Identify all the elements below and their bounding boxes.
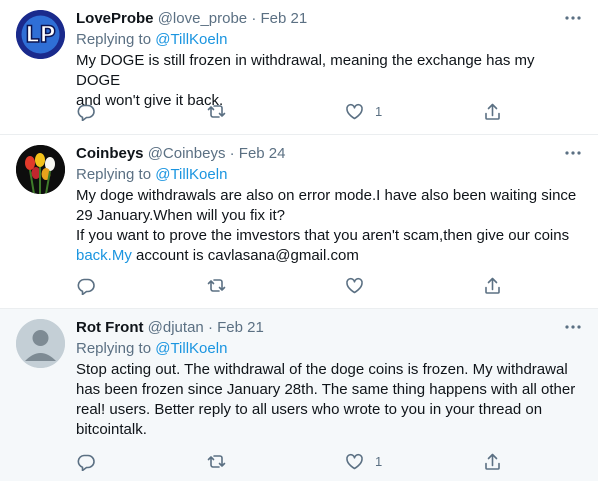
- tweet-text-line: 29 January.When will you fix it?: [76, 207, 285, 224]
- share-button[interactable]: [483, 451, 502, 471]
- tweet-text-line: back.My account is cavlasana@gmail.com: [76, 246, 582, 266]
- tweet-text-line: My doge withdrawals are also on error mo…: [76, 187, 577, 204]
- author-handle[interactable]: @djutan: [148, 319, 204, 336]
- tweet-actions: [76, 275, 516, 295]
- like-count: 1: [375, 453, 383, 469]
- retweet-button[interactable]: [207, 451, 226, 471]
- separator-dot: ·: [207, 319, 213, 336]
- reply-button[interactable]: [76, 275, 95, 295]
- tweet-text-fragment: account is cavlasana@gmail.com: [131, 247, 359, 264]
- more-icon[interactable]: [564, 11, 582, 25]
- tweet-header: Rot Front @djutan · Feb 21: [76, 318, 582, 338]
- tweet-card[interactable]: LP LoveProbe @love_probe · Feb 21 Replyi…: [0, 0, 598, 135]
- share-icon: [485, 277, 500, 294]
- separator-dot: ·: [229, 145, 235, 162]
- like-button[interactable]: 1: [345, 451, 382, 471]
- replying-to: Replying to @TillKoeln: [76, 339, 582, 359]
- tweet-header: LoveProbe @love_probe · Feb 21: [76, 9, 582, 29]
- tweet-text-line: If you want to prove the imvestors that …: [76, 227, 570, 244]
- replying-prefix: Replying to: [76, 340, 156, 357]
- share-button[interactable]: [483, 275, 502, 295]
- tweet-text-line: real! users. Better reply to all users w…: [76, 401, 543, 418]
- mention-link[interactable]: @TillKoeln: [155, 340, 227, 357]
- author-name[interactable]: Coinbeys: [76, 145, 144, 162]
- like-icon: [346, 453, 363, 469]
- reply-icon: [77, 278, 95, 295]
- reply-button[interactable]: [76, 451, 95, 471]
- more-icon[interactable]: [564, 320, 582, 334]
- like-button[interactable]: 1: [345, 101, 382, 121]
- avatar[interactable]: [16, 319, 65, 368]
- more-icon[interactable]: [564, 146, 582, 160]
- avatar-logo-text: LP: [25, 23, 55, 48]
- tweet-text-line: My DOGE is still frozen in withdrawal, m…: [76, 52, 535, 89]
- reply-button[interactable]: [76, 101, 95, 121]
- retweet-icon: [207, 104, 226, 118]
- reply-icon: [77, 454, 95, 471]
- like-button[interactable]: [345, 275, 375, 295]
- like-icon: [346, 103, 363, 119]
- avatar[interactable]: [16, 145, 65, 194]
- tweet-actions: 1: [76, 451, 516, 471]
- retweet-icon: [207, 454, 226, 468]
- retweet-icon: [207, 278, 226, 292]
- author-handle[interactable]: @Coinbeys: [148, 145, 226, 162]
- tweet-text-line: has been frozen since January 28th. The …: [76, 381, 576, 398]
- like-count: 1: [375, 103, 383, 119]
- mention-link[interactable]: @TillKoeln: [155, 31, 227, 48]
- text-link[interactable]: back.My: [76, 247, 132, 264]
- tweet-text-line: bitcointalk.: [76, 421, 147, 438]
- tweet-card[interactable]: Rot Front @djutan · Feb 21 Replying to @…: [0, 309, 598, 481]
- mention-link[interactable]: @TillKoeln: [155, 166, 227, 183]
- tweet-date[interactable]: Feb 21: [261, 10, 308, 27]
- tweet-text-line: Stop acting out. The withdrawal of the d…: [76, 361, 568, 378]
- replying-prefix: Replying to: [76, 166, 156, 183]
- share-icon: [485, 103, 500, 120]
- replying-to: Replying to @TillKoeln: [76, 30, 582, 50]
- tweet-date[interactable]: Feb 21: [217, 319, 264, 336]
- tweet-header: Coinbeys @Coinbeys · Feb 24: [76, 144, 582, 164]
- retweet-button[interactable]: [207, 101, 226, 121]
- author-name[interactable]: Rot Front: [76, 319, 143, 336]
- separator-dot: ·: [251, 10, 257, 27]
- share-button[interactable]: [483, 101, 502, 121]
- tweet-date[interactable]: Feb 24: [239, 145, 286, 162]
- reply-icon: [77, 104, 95, 121]
- replying-to: Replying to @TillKoeln: [76, 165, 582, 185]
- like-icon: [346, 277, 363, 293]
- tweet-thread: LP LoveProbe @love_probe · Feb 21 Replyi…: [0, 0, 598, 481]
- retweet-button[interactable]: [207, 275, 226, 295]
- tweet-text: My doge withdrawals are also on error mo…: [76, 186, 582, 266]
- author-name[interactable]: LoveProbe: [76, 10, 154, 27]
- avatar[interactable]: LP: [16, 10, 65, 59]
- share-icon: [485, 453, 500, 470]
- tweet-actions: 1: [76, 101, 516, 121]
- tweet-card[interactable]: Coinbeys @Coinbeys · Feb 24 Replying to …: [0, 135, 598, 309]
- author-handle[interactable]: @love_probe: [158, 10, 247, 27]
- tweet-text: Stop acting out. The withdrawal of the d…: [76, 360, 582, 440]
- replying-prefix: Replying to: [76, 31, 156, 48]
